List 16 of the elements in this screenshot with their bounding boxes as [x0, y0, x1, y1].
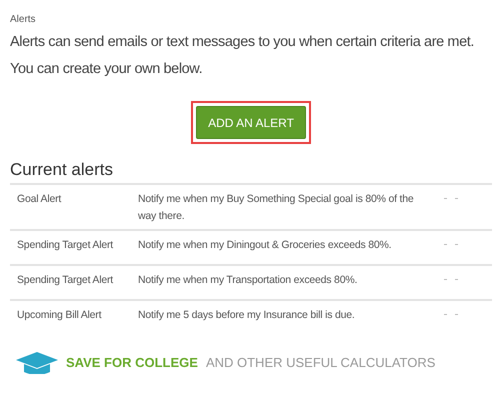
alert-type: Spending Target Alert: [16, 273, 114, 288]
banner-subtitle: AND OTHER USEFUL CALCULATORS: [206, 354, 436, 372]
banner-title: SAVE FOR COLLEGE: [66, 354, 198, 372]
alert-type: Spending Target Alert: [16, 238, 114, 253]
graduation-cap-icon: [16, 352, 58, 374]
alert-description: Notify me 5 days before my Insurance bill is due.: [137, 308, 356, 323]
add-alert-button[interactable]: ADD AN ALERT: [196, 106, 306, 139]
alert-type: Upcoming Bill Alert: [16, 308, 102, 323]
section-title: Current alerts: [10, 160, 114, 180]
alert-type: Goal Alert: [16, 192, 62, 207]
alert-description: Notify me when my Buy Something Special goal is 80% of the way there.: [137, 192, 415, 224]
intro-text: You can create your own below.: [10, 60, 204, 79]
intro-text: Alerts can send emails or text messages to you when certain criteria are met.: [10, 33, 476, 52]
alert-description: Notify me when my Transportation exceeds 80%.: [137, 273, 358, 288]
breadcrumb: Alerts: [10, 14, 37, 26]
alert-description: Notify me when my Diningout & Groceries exceeds 80%.: [137, 238, 392, 253]
